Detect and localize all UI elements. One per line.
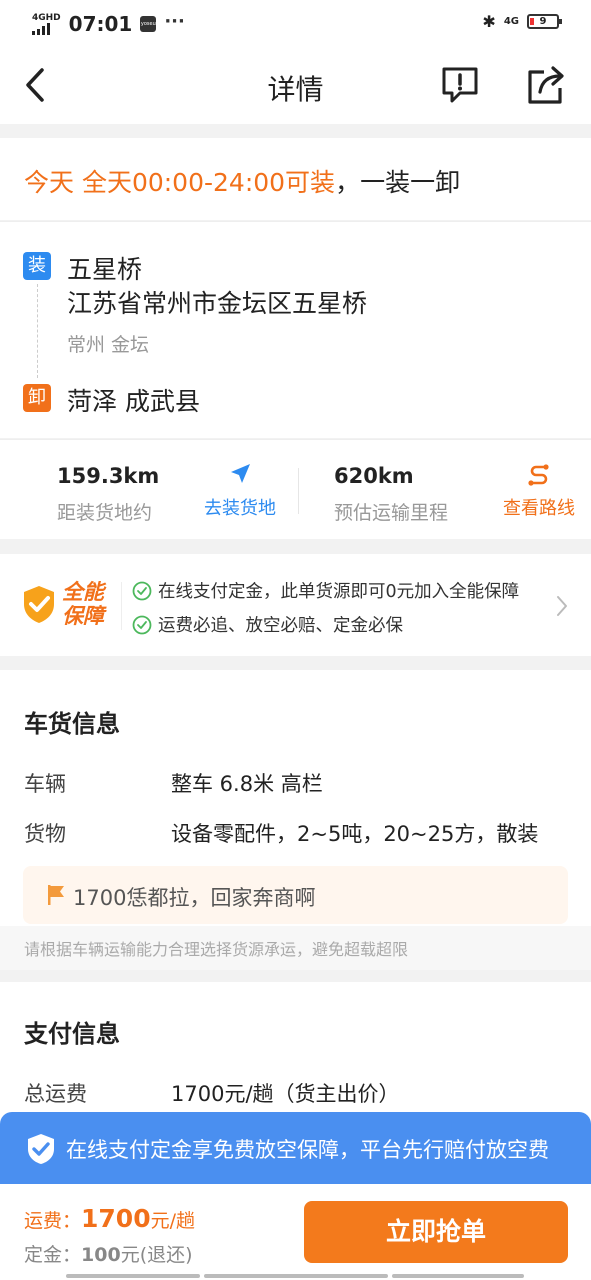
navigate-to-load-label: 去装货地 xyxy=(204,498,276,519)
home-indicator xyxy=(204,1274,388,1278)
load-area: 常州 金坛 xyxy=(67,334,150,356)
top-bar: 详情 xyxy=(0,46,591,124)
mobile-data-icon: 4G xyxy=(503,16,519,27)
deposit-guarantee-banner[interactable]: 在线支付定金享免费放空保障，平台先行赔付放空费 xyxy=(0,1112,591,1184)
estimated-mileage-value: 620km xyxy=(334,464,414,488)
app-notification-icon: yoseu xyxy=(140,16,157,32)
estimated-mileage-label: 预估运输里程 xyxy=(334,502,449,524)
check-circle-icon xyxy=(132,615,152,634)
guarantee-item: 在线支付定金，此单货源即可0元加入全能保障 xyxy=(132,578,519,603)
shield-check-icon xyxy=(24,586,54,623)
freight-fee: 运费：1700元/趟 xyxy=(24,1204,195,1233)
page-title: 详情 xyxy=(267,73,324,106)
total-fee-value: 1700元/趟（货主出价） xyxy=(171,1082,400,1106)
battery-icon: 9 xyxy=(527,14,562,29)
freight-fee-unit: 元/趟 xyxy=(150,1210,196,1232)
guarantee-item-text: 运费必追、放空必赔、定金必保 xyxy=(158,616,403,636)
deposit-unit: 元(退还) xyxy=(120,1244,193,1266)
chevron-right-icon xyxy=(557,596,567,616)
vehicle-label: 车辆 xyxy=(24,772,66,796)
overload-tip-text: 请根据车辆运输能力合理选择货源承运，避免超载超限 xyxy=(24,940,409,959)
deposit-amount: 100 xyxy=(81,1244,121,1266)
route-connector xyxy=(37,284,38,378)
deposit-label: 定金： xyxy=(24,1244,82,1266)
guarantee-logo-line1: 全能 xyxy=(62,580,104,604)
total-fee-label: 总运费 xyxy=(24,1082,87,1106)
distance-stats: 159.3km 距装货地约 去装货地 620km 预估运输里程 查看路线 xyxy=(0,439,591,539)
stats-divider xyxy=(298,468,299,514)
guarantee-item-text: 在线支付定金，此单货源即可0元加入全能保障 xyxy=(158,582,520,602)
home-indicator xyxy=(66,1274,200,1278)
load-badge: 装 xyxy=(23,252,51,280)
loading-time: 今天 全天00:00-24:00可装，一装一卸 xyxy=(24,163,460,199)
shield-check-icon xyxy=(28,1134,54,1164)
route-section: 装 五星桥 江苏省常州市金坛区五星桥 常州 金坛 卸 菏泽 成武县 xyxy=(0,221,591,438)
freight-fee-amount: 1700 xyxy=(81,1204,151,1233)
goods-label: 货物 xyxy=(24,822,66,846)
section-title: 车货信息 xyxy=(24,710,120,738)
deposit: 定金：100元(退还) xyxy=(24,1240,193,1267)
navigation-arrow-icon xyxy=(231,464,250,483)
load-place-name: 五星桥 xyxy=(67,255,143,284)
network-indicator: 4GHD xyxy=(32,12,61,35)
home-indicator xyxy=(392,1274,524,1278)
view-route-label: 查看路线 xyxy=(503,498,575,519)
loading-mode: ，一装一卸 xyxy=(335,168,461,197)
report-icon xyxy=(442,67,478,103)
guarantee-logo-line2: 保障 xyxy=(62,604,104,628)
clock: 07:01 xyxy=(68,12,133,36)
grab-order-button[interactable]: 立即抢单 xyxy=(304,1201,568,1263)
view-route-button[interactable]: 查看路线 xyxy=(502,462,576,520)
network-type: 4GHD xyxy=(32,12,61,23)
guarantee-logo: 全能 保障 xyxy=(62,580,104,628)
goods-value: 设备零配件，2~5吨，20~25方，散装 xyxy=(171,822,539,846)
share-button[interactable] xyxy=(524,64,568,106)
report-button[interactable] xyxy=(440,66,480,104)
bottom-action-bar: 运费：1700元/趟 定金：100元(退还) 立即抢单 xyxy=(0,1184,591,1280)
route-icon xyxy=(528,464,549,486)
loading-time-section: 今天 全天00:00-24:00可装，一装一卸 xyxy=(0,138,591,220)
status-bar: 4GHD 07:01 yoseu ··· ✱ 4G 9 xyxy=(0,0,591,46)
more-notifications-icon: ··· xyxy=(164,10,185,32)
remark-text: 1700恁都拉，回家奔商啊 xyxy=(73,886,316,910)
bluetooth-icon: ✱ xyxy=(482,12,496,31)
navigate-to-load-button[interactable]: 去装货地 xyxy=(203,462,277,520)
overload-tip: 请根据车辆运输能力合理选择货源承运，避免超载超限 xyxy=(0,926,591,970)
signal-bars-icon xyxy=(32,22,50,35)
section-title: 支付信息 xyxy=(24,1020,120,1048)
guarantee-divider xyxy=(121,582,122,630)
load-address: 江苏省常州市金坛区五星桥 xyxy=(67,289,368,318)
deposit-guarantee-text: 在线支付定金享免费放空保障，平台先行赔付放空费 xyxy=(66,1138,549,1162)
loading-time-highlight: 今天 全天00:00-24:00可装 xyxy=(24,168,336,197)
share-icon xyxy=(528,66,564,104)
vehicle-value: 整车 6.8米 高栏 xyxy=(171,772,323,796)
distance-to-load-label: 距装货地约 xyxy=(57,502,153,524)
shipper-remark: 1700恁都拉，回家奔商啊 xyxy=(23,866,568,924)
freight-fee-label: 运费： xyxy=(24,1210,82,1232)
guarantee-item: 运费必追、放空必赔、定金必保 xyxy=(132,612,403,637)
guarantee-banner[interactable]: 全能 保障 在线支付定金，此单货源即可0元加入全能保障 运费必追、放空必赔、定金… xyxy=(0,554,591,656)
check-circle-icon xyxy=(132,581,152,600)
flag-icon xyxy=(48,885,64,905)
cargo-info-section: 车货信息 车辆 整车 6.8米 高栏 货物 设备零配件，2~5吨，20~25方，… xyxy=(0,670,591,970)
unload-place-name: 菏泽 成武县 xyxy=(67,387,200,416)
distance-to-load-value: 159.3km xyxy=(57,464,160,488)
unload-badge: 卸 xyxy=(23,384,51,412)
